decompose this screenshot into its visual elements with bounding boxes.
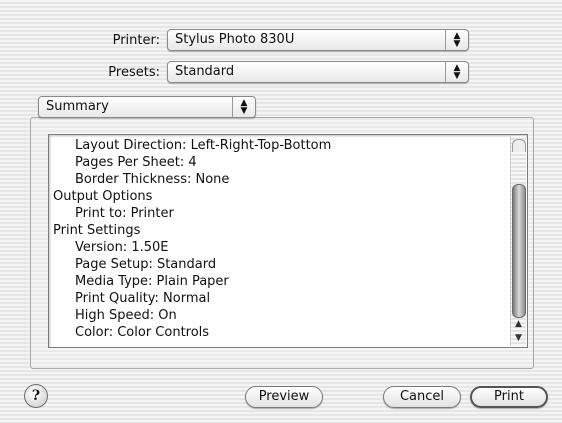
preview-button[interactable]: Preview (245, 386, 323, 408)
summary-line: Layout Direction: Left-Right-Top-Bottom (75, 138, 332, 153)
up-down-arrows-icon: ▲ ▼ (232, 97, 255, 117)
summary-line: Version: 1.50E (75, 240, 169, 255)
summary-line: Print Settings (53, 223, 141, 238)
scroll-up-arrow-icon[interactable]: ▲ (511, 317, 526, 331)
cancel-button[interactable]: Cancel (383, 386, 461, 408)
scrollbar-thumb[interactable] (512, 184, 526, 318)
summary-line: High Speed: On (75, 308, 177, 323)
summary-line: Color: Color Controls (75, 325, 210, 340)
printer-popup[interactable]: Stylus Photo 830U ▲ ▼ (167, 29, 469, 51)
presets-popup[interactable]: Standard ▲ ▼ (167, 61, 469, 83)
summary-line: Print Quality: Normal (75, 291, 211, 306)
summary-list[interactable]: Layout Direction: Left-Right-Top-Bottom P… (48, 134, 528, 348)
printer-value: Stylus Photo 830U (175, 32, 295, 47)
printer-label: Printer: (112, 33, 160, 48)
up-down-arrows-icon: ▲ ▼ (445, 30, 468, 50)
summary-line: Pages Per Sheet: 4 (75, 155, 197, 170)
summary-line: Border Thickness: None (75, 172, 230, 187)
panel-select-popup[interactable]: Summary ▲ ▼ (38, 96, 256, 118)
presets-label: Presets: (108, 65, 160, 80)
summary-line: Page Setup: Standard (75, 257, 217, 272)
summary-line: Output Options (53, 189, 153, 204)
print-button[interactable]: Print (470, 386, 548, 408)
up-down-arrows-icon: ▲ ▼ (445, 62, 468, 82)
scroll-down-arrow-icon[interactable]: ▼ (511, 331, 526, 345)
presets-value: Standard (175, 64, 235, 79)
vertical-scrollbar[interactable]: ▲ ▼ (510, 136, 526, 346)
summary-line: Media Type: Plain Paper (75, 274, 229, 289)
summary-line: Print to: Printer (75, 206, 174, 221)
help-button[interactable]: ? (24, 384, 48, 408)
panel-select-value: Summary (46, 99, 109, 114)
scrollbar-track-cap (512, 139, 526, 152)
